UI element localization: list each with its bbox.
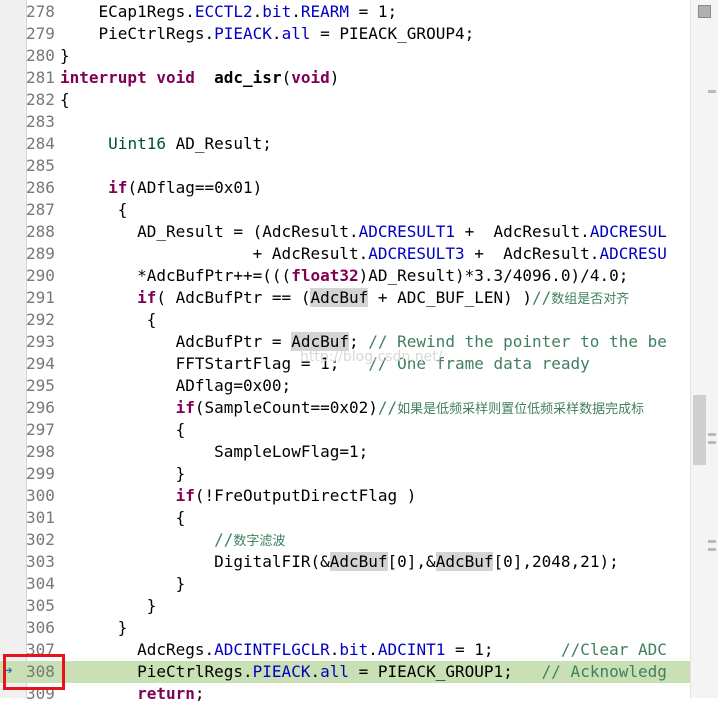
code-line[interactable]: 296 if(SampleCount==0x02)//如果是低频采样则置位低频采… <box>0 397 690 419</box>
code-line[interactable]: 295 ADflag=0x00; <box>0 375 690 397</box>
code-text[interactable]: { <box>60 89 70 111</box>
code-text[interactable]: } <box>60 595 157 617</box>
code-line[interactable]: 301 { <box>0 507 690 529</box>
code-line[interactable]: 292 { <box>0 309 690 331</box>
highlight-box <box>3 654 65 690</box>
code-line[interactable]: 298 SampleLowFlag=1; <box>0 441 690 463</box>
code-text[interactable]: } <box>60 617 128 639</box>
line-number: 283 <box>26 112 55 131</box>
line-number: 300 <box>26 486 55 505</box>
code-text[interactable]: *AdcBufPtr++=(((float32)AD_Result)*3.3/4… <box>60 265 628 287</box>
code-text[interactable]: { <box>60 419 186 441</box>
code-line[interactable]: 282 { <box>0 89 690 111</box>
code-text[interactable]: interrupt void adc_isr(void) <box>60 67 339 89</box>
code-line[interactable]: 309 return; <box>0 683 690 705</box>
overview-mark[interactable] <box>708 90 716 93</box>
line-number: 305 <box>26 596 55 615</box>
line-number: 292 <box>26 310 55 329</box>
line-number: 286 <box>26 178 55 197</box>
code-text[interactable]: } <box>60 45 70 67</box>
code-line[interactable]: 302 //数字滤波 <box>0 529 690 551</box>
code-text[interactable]: if(SampleCount==0x02)//如果是低频采样则置位低频采样数据完… <box>60 397 645 421</box>
code-text[interactable]: { <box>60 309 157 331</box>
code-line[interactable]: 289 + AdcResult.ADCRESULT3 + AdcResult.A… <box>0 243 690 265</box>
code-text[interactable]: AD_Result = (AdcResult.ADCRESULT1 + AdcR… <box>60 221 667 243</box>
line-number: 298 <box>26 442 55 461</box>
line-number: 297 <box>26 420 55 439</box>
code-text[interactable]: } <box>60 573 186 595</box>
line-number: 294 <box>26 354 55 373</box>
line-number: 288 <box>26 222 55 241</box>
line-number: 296 <box>26 398 55 417</box>
overview-summary-icon <box>698 5 711 18</box>
code-line[interactable]: 279 PieCtrlRegs.PIEACK.all = PIEACK_GROU… <box>0 23 690 45</box>
code-line[interactable]: 300 if(!FreOutputDirectFlag ) <box>0 485 690 507</box>
code-text[interactable]: if(ADflag==0x01) <box>60 177 262 199</box>
code-text[interactable]: if(!FreOutputDirectFlag ) <box>60 485 417 507</box>
code-text[interactable]: PieCtrlRegs.PIEACK.all = PIEACK_GROUP1; … <box>60 661 667 683</box>
code-line[interactable]: 307 AdcRegs.ADCINTFLGCLR.bit.ADCINT1 = 1… <box>0 639 690 661</box>
code-line[interactable]: 306 } <box>0 617 690 639</box>
line-number: 285 <box>26 156 55 175</box>
code-line[interactable]: 285 <box>0 155 690 177</box>
line-number: 291 <box>26 288 55 307</box>
code-line[interactable]: 297 { <box>0 419 690 441</box>
overview-mark[interactable] <box>708 540 716 543</box>
line-number: 279 <box>26 24 55 43</box>
code-text[interactable]: ECap1Regs.ECCTL2.bit.REARM = 1; <box>60 1 398 23</box>
code-line[interactable]: 287 { <box>0 199 690 221</box>
line-number: 293 <box>26 332 55 351</box>
line-number: 301 <box>26 508 55 527</box>
line-number: 282 <box>26 90 55 109</box>
line-number: 284 <box>26 134 55 153</box>
code-text[interactable]: { <box>60 507 186 529</box>
code-line[interactable]: 280} <box>0 45 690 67</box>
code-text[interactable]: //数字滤波 <box>60 529 285 553</box>
code-text[interactable]: SampleLowFlag=1; <box>60 441 368 463</box>
code-line[interactable]: 303 DigitalFIR(&AdcBuf[0],&AdcBuf[0],204… <box>0 551 690 573</box>
code-line[interactable]: 291 if( AdcBufPtr == (AdcBuf + ADC_BUF_L… <box>0 287 690 309</box>
code-line[interactable]: 288 AD_Result = (AdcResult.ADCRESULT1 + … <box>0 221 690 243</box>
code-text[interactable]: ADflag=0x00; <box>60 375 292 397</box>
code-line[interactable]: 283 <box>0 111 690 133</box>
watermark: http://blog.csdn.net/ <box>300 349 443 365</box>
code-text[interactable]: return; <box>60 683 204 705</box>
code-line[interactable]: 299 } <box>0 463 690 485</box>
code-text[interactable]: if( AdcBufPtr == (AdcBuf + ADC_BUF_LEN) … <box>60 287 629 311</box>
scrollbar-thumb[interactable] <box>693 395 706 465</box>
code-line[interactable]: 305 } <box>0 595 690 617</box>
code-line[interactable]: 286 if(ADflag==0x01) <box>0 177 690 199</box>
line-number: 303 <box>26 552 55 571</box>
code-text[interactable]: } <box>60 463 186 485</box>
line-number: 287 <box>26 200 55 219</box>
overview-mark[interactable] <box>708 441 716 444</box>
line-number: 302 <box>26 530 55 549</box>
line-number: 290 <box>26 266 55 285</box>
code-text[interactable]: { <box>60 199 128 221</box>
line-number: 304 <box>26 574 55 593</box>
code-line[interactable]: 281 interrupt void adc_isr(void) <box>0 67 690 89</box>
code-text[interactable]: PieCtrlRegs.PIEACK.all = PIEACK_GROUP4; <box>60 23 475 45</box>
overview-mark[interactable] <box>708 548 716 551</box>
line-number: 295 <box>26 376 55 395</box>
overview-ruler[interactable] <box>690 0 718 698</box>
code-text[interactable]: AdcRegs.ADCINTFLGCLR.bit.ADCINT1 = 1; //… <box>60 639 667 661</box>
line-number: 289 <box>26 244 55 263</box>
code-line[interactable]: 304 } <box>0 573 690 595</box>
code-line[interactable]: 284 Uint16 AD_Result; <box>0 133 690 155</box>
line-number: 299 <box>26 464 55 483</box>
line-number: 278 <box>26 2 55 21</box>
overview-mark[interactable] <box>708 433 716 436</box>
code-line[interactable]: 308 PieCtrlRegs.PIEACK.all = PIEACK_GROU… <box>0 661 690 683</box>
code-line[interactable]: 278 ECap1Regs.ECCTL2.bit.REARM = 1; <box>0 1 690 23</box>
code-text[interactable]: + AdcResult.ADCRESULT3 + AdcResult.ADCRE… <box>60 243 667 265</box>
line-number: 280 <box>26 46 55 65</box>
line-number: 281 <box>26 68 55 87</box>
code-line[interactable]: 290 *AdcBufPtr++=(((float32)AD_Result)*3… <box>0 265 690 287</box>
line-number: 306 <box>26 618 55 637</box>
code-text[interactable]: DigitalFIR(&AdcBuf[0],&AdcBuf[0],2048,21… <box>60 551 619 573</box>
code-text[interactable]: Uint16 AD_Result; <box>60 133 272 155</box>
